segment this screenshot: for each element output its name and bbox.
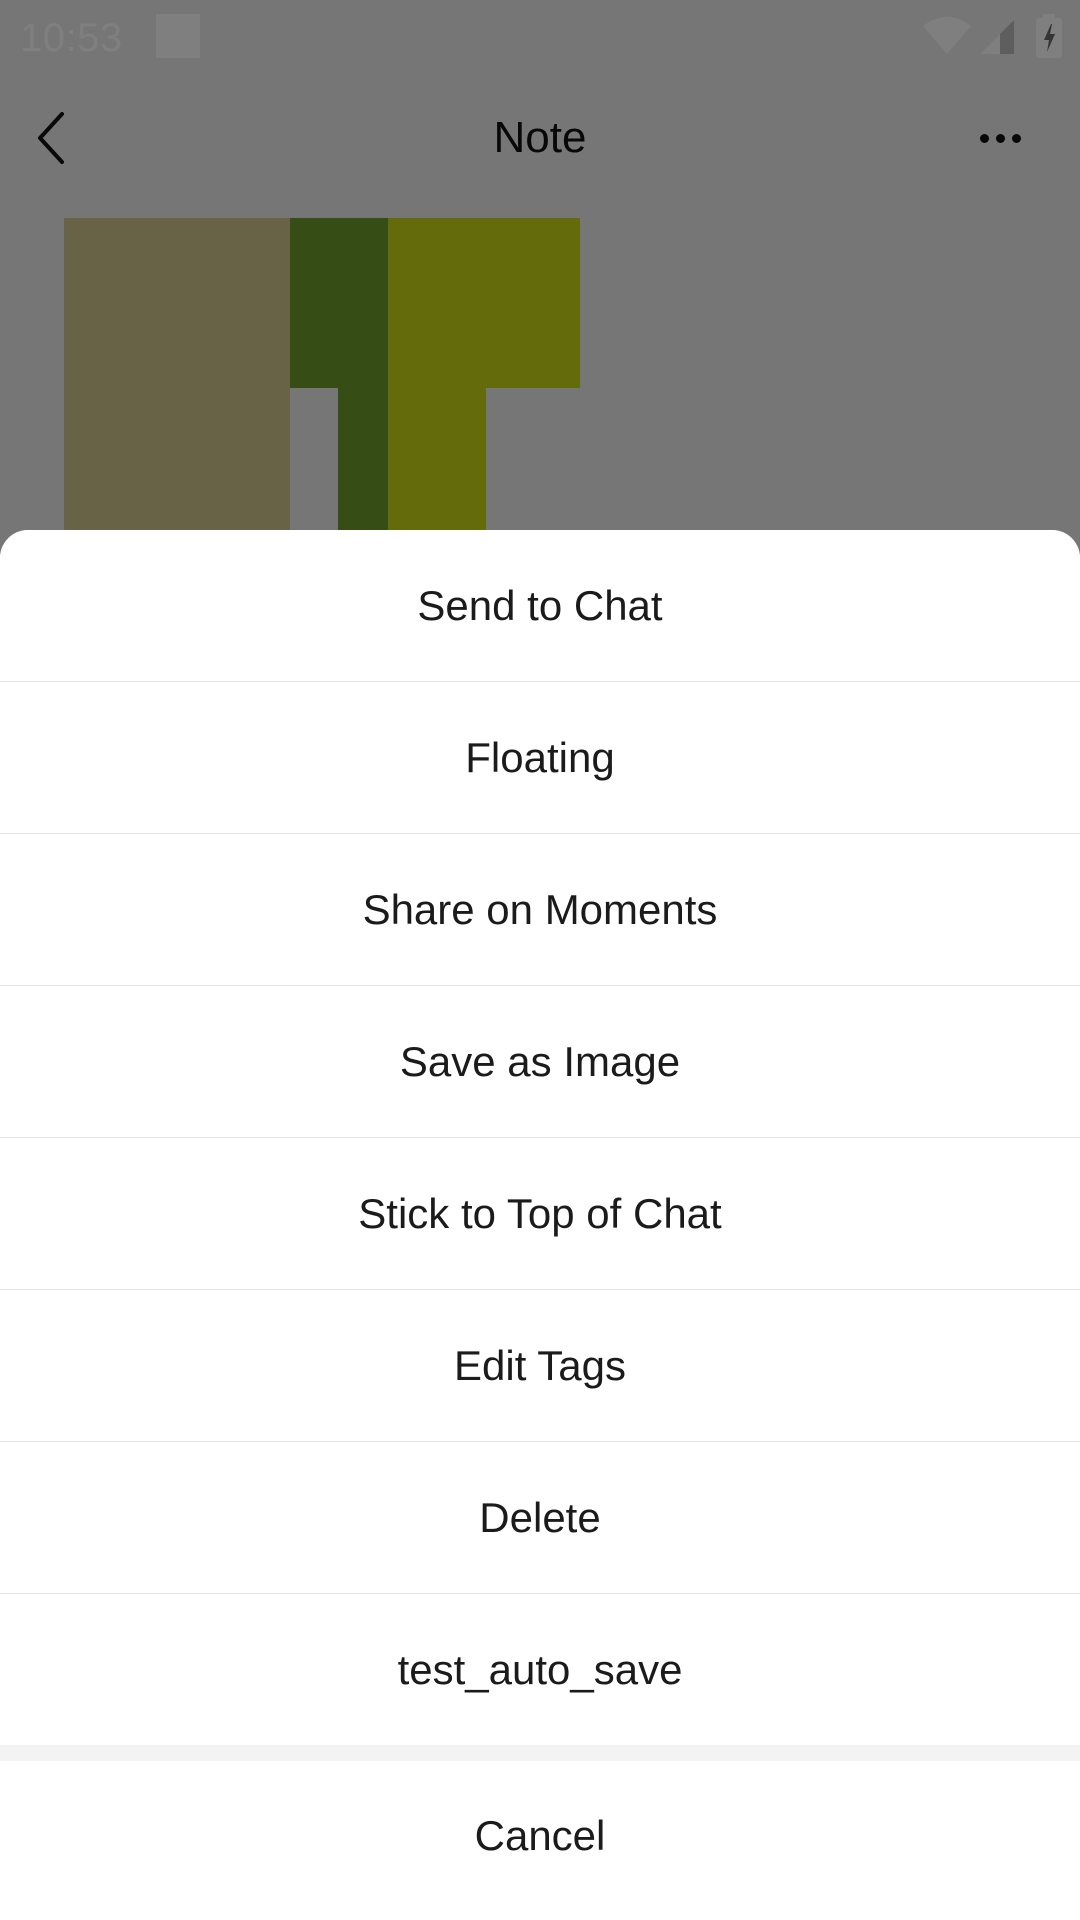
screen: 10:53 Note [0, 0, 1080, 1920]
delete-button[interactable]: Delete [0, 1442, 1080, 1594]
sheet-divider [0, 1745, 1080, 1761]
save-as-image-button[interactable]: Save as Image [0, 986, 1080, 1138]
floating-button[interactable]: Floating [0, 682, 1080, 834]
edit-tags-button[interactable]: Edit Tags [0, 1290, 1080, 1442]
send-to-chat-button[interactable]: Send to Chat [0, 530, 1080, 682]
test-auto-save-button[interactable]: test_auto_save [0, 1594, 1080, 1746]
share-on-moments-button[interactable]: Share on Moments [0, 834, 1080, 986]
cancel-button[interactable]: Cancel [0, 1761, 1080, 1920]
action-sheet: Send to Chat Floating Share on Moments S… [0, 530, 1080, 1920]
stick-to-top-button[interactable]: Stick to Top of Chat [0, 1138, 1080, 1290]
